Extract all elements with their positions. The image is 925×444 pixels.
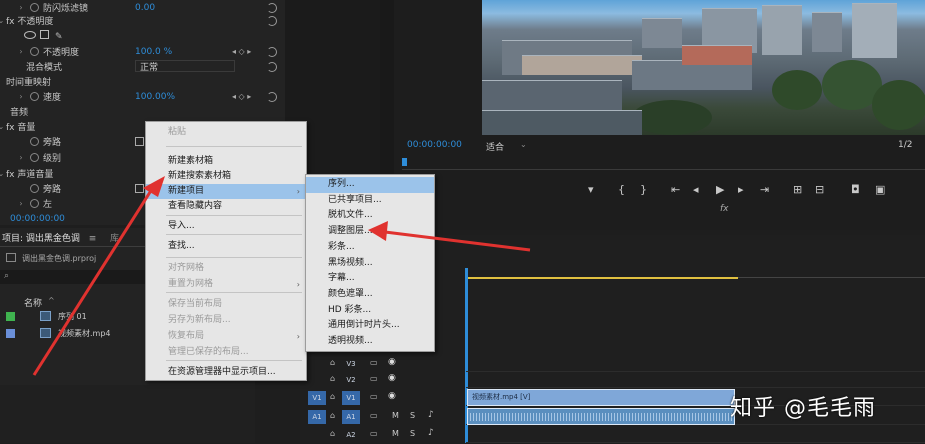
watermark: 知乎 @毛毛雨 xyxy=(730,396,876,421)
annotation-arrow-2 xyxy=(384,230,531,252)
annotation-arrowhead-2 xyxy=(368,221,388,241)
annotation-arrows xyxy=(32,176,531,376)
annotation-arrowhead-1 xyxy=(143,176,165,197)
annotation-arrow-1 xyxy=(32,188,154,376)
